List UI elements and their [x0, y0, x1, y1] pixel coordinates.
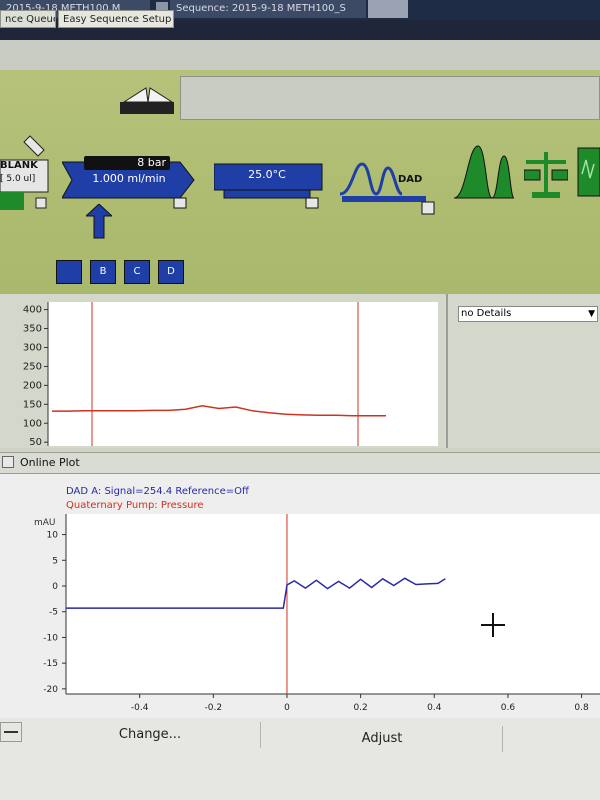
online-y-tick-label: 5 — [52, 556, 58, 566]
online-x-tick-label: 0.4 — [427, 703, 442, 713]
crosshair-cursor-icon — [481, 613, 505, 637]
top-y-tick-label: 250 — [23, 361, 42, 372]
solvent-bottle-a[interactable] — [56, 260, 82, 284]
top-y-tick-label: 50 — [29, 437, 42, 448]
solvent-bottle-c[interactable]: C — [124, 260, 150, 284]
menu-icon-bar — [4, 731, 18, 733]
column-temperature: 25.0°C — [248, 168, 286, 181]
online-x-tick-label: -0.4 — [131, 703, 149, 713]
top-y-tick-label: 200 — [23, 380, 42, 391]
monitor-icon[interactable] — [576, 144, 600, 200]
pump-flow: 1.000 ml/min — [92, 172, 166, 185]
online-y-tick-label: -10 — [43, 633, 58, 643]
tab-sequence-queue[interactable]: nce Queue — [0, 10, 56, 28]
online-x-tick-label: 0.2 — [353, 703, 367, 713]
data-analysis-icon[interactable] — [452, 138, 516, 204]
method-book-icon[interactable] — [118, 78, 178, 118]
top-y-tick-label: 350 — [23, 324, 42, 335]
toolbar-box — [180, 76, 600, 120]
adjust-button-label: Adjust — [361, 731, 403, 746]
details-select[interactable]: no Details ▼ — [458, 306, 598, 322]
window-control-icon[interactable] — [368, 0, 408, 18]
sampler-volume: [ 5.0 ul] — [0, 174, 36, 184]
top-plot-area — [48, 302, 438, 446]
report-scale-icon[interactable] — [524, 148, 568, 200]
top-y-tick-label: 100 — [23, 418, 42, 429]
online-plot-title: Online Plot — [20, 456, 80, 469]
change-button[interactable]: Change... — [40, 722, 261, 748]
online-plot-header — [0, 452, 600, 474]
solvent-arrow-icon — [86, 204, 112, 239]
sequence-tab[interactable]: Sequence: 2015-9-18 METH100_S — [170, 0, 366, 18]
sequence-tab-label: Sequence: 2015-9-18 METH100_S — [176, 3, 346, 14]
tab-row — [0, 40, 600, 70]
top-pressure-plot: 400 350 300 250 200 150 100 50 — [23, 302, 438, 448]
tab-easy-sequence-setup-label: Easy Sequence Setup — [63, 14, 172, 25]
change-button-label: Change... — [118, 727, 182, 742]
solvent-bottle-d[interactable]: D — [158, 260, 184, 284]
details-select-value: no Details — [461, 308, 512, 319]
online-signal-plot: 10 5 0 -5 -10 -15 -20 -0.4 -0.2 0 0.2 0.4 0.6 0.8 — [43, 514, 600, 713]
sampler-label: BLANK — [0, 160, 38, 171]
tab-easy-sequence-setup[interactable]: Easy Sequence Setup — [58, 10, 174, 28]
online-x-tick-label: 0.8 — [574, 703, 589, 713]
sampler-icon[interactable] — [0, 132, 56, 212]
adjust-button[interactable]: Adjust — [262, 726, 503, 752]
solvent-bottle-b[interactable]: B — [90, 260, 116, 284]
online-plot-area — [66, 514, 600, 694]
menu-icon[interactable] — [0, 722, 22, 742]
tab-sequence-queue-label: nce Queue — [5, 14, 56, 25]
online-y-tick-label: 10 — [47, 531, 59, 541]
pump-pressure: 8 bar — [137, 156, 166, 169]
top-y-tick-label: 300 — [23, 342, 42, 353]
online-y-tick-label: -20 — [43, 685, 58, 695]
window-icon[interactable] — [2, 456, 14, 468]
online-y-tick-label: 0 — [52, 582, 58, 592]
online-y-tick-label: -5 — [49, 608, 58, 618]
online-x-tick-label: 0.6 — [501, 703, 516, 713]
detector-label: DAD — [398, 174, 423, 185]
detector-icon[interactable] — [340, 160, 440, 222]
chevron-down-icon[interactable]: ▼ — [588, 307, 595, 321]
online-x-tick-label: 0 — [284, 703, 290, 713]
y-unit-label: mAU — [34, 518, 56, 528]
top-y-tick-label: 400 — [23, 305, 42, 316]
online-y-tick-label: -15 — [43, 659, 58, 669]
online-x-tick-label: -0.2 — [205, 703, 223, 713]
top-y-tick-label: 150 — [23, 399, 42, 410]
